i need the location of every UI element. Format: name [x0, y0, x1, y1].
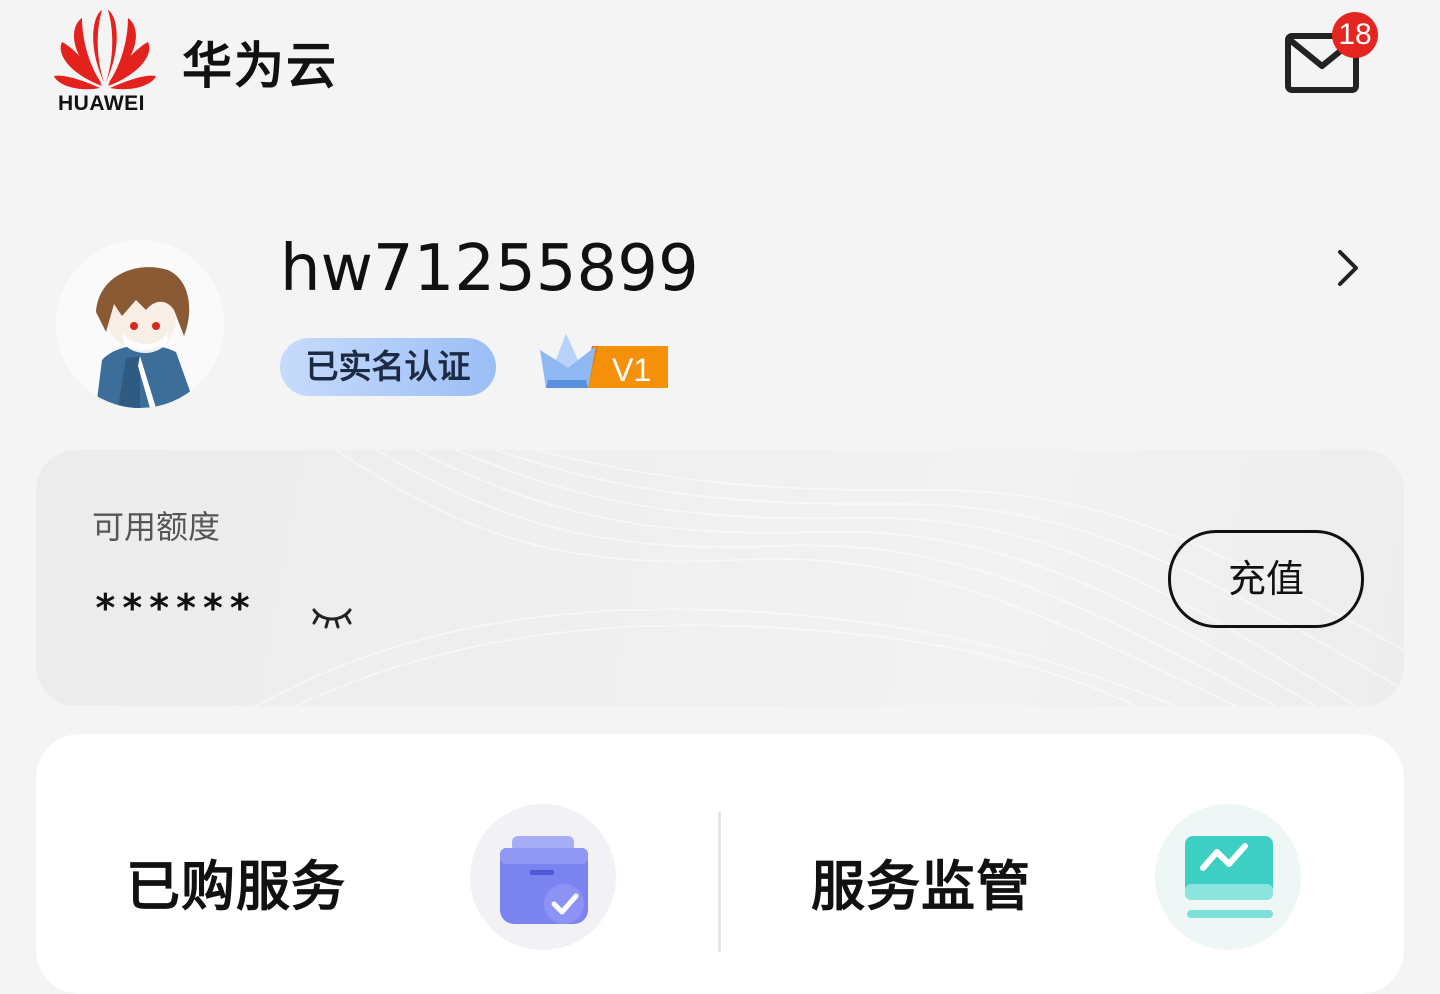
verified-badge: 已实名认证	[280, 338, 496, 396]
monitoring-icon	[1155, 804, 1301, 950]
member-level-badge: V1	[538, 332, 670, 398]
balance-card: 可用额度 ****** 充值	[36, 450, 1404, 706]
chevron-right-icon[interactable]	[1326, 246, 1366, 290]
avatar[interactable]	[56, 240, 224, 408]
app-header: HUAWEI 华为云 18	[0, 0, 1440, 130]
avatar-image	[56, 240, 224, 408]
huawei-petal-icon	[54, 10, 156, 90]
balance-label: 可用额度	[92, 508, 221, 546]
service-label: 服务监管	[811, 855, 1031, 918]
username: hw71255899	[280, 232, 699, 306]
brand-name: 华为云	[182, 37, 338, 95]
purchased-services-entry[interactable]: 已购服务	[36, 734, 718, 994]
level-label: V1	[612, 352, 652, 388]
services-card: 已购服务 服务监管	[36, 734, 1404, 994]
service-monitoring-entry[interactable]: 服务监管	[721, 734, 1404, 994]
service-label: 已购服务	[126, 855, 346, 918]
recharge-button[interactable]: 充值	[1168, 530, 1364, 628]
eye-closed-icon[interactable]	[306, 596, 358, 636]
huawei-logo: HUAWEI	[52, 8, 162, 118]
balance-value: ******	[94, 586, 256, 630]
profile-row[interactable]: hw71255899 已实名认证 V1	[0, 220, 1440, 420]
purchased-services-icon	[470, 804, 616, 950]
unread-count-badge: 18	[1332, 12, 1378, 58]
messages-button[interactable]: 18	[1280, 12, 1378, 96]
logo-text: HUAWEI	[58, 92, 145, 115]
